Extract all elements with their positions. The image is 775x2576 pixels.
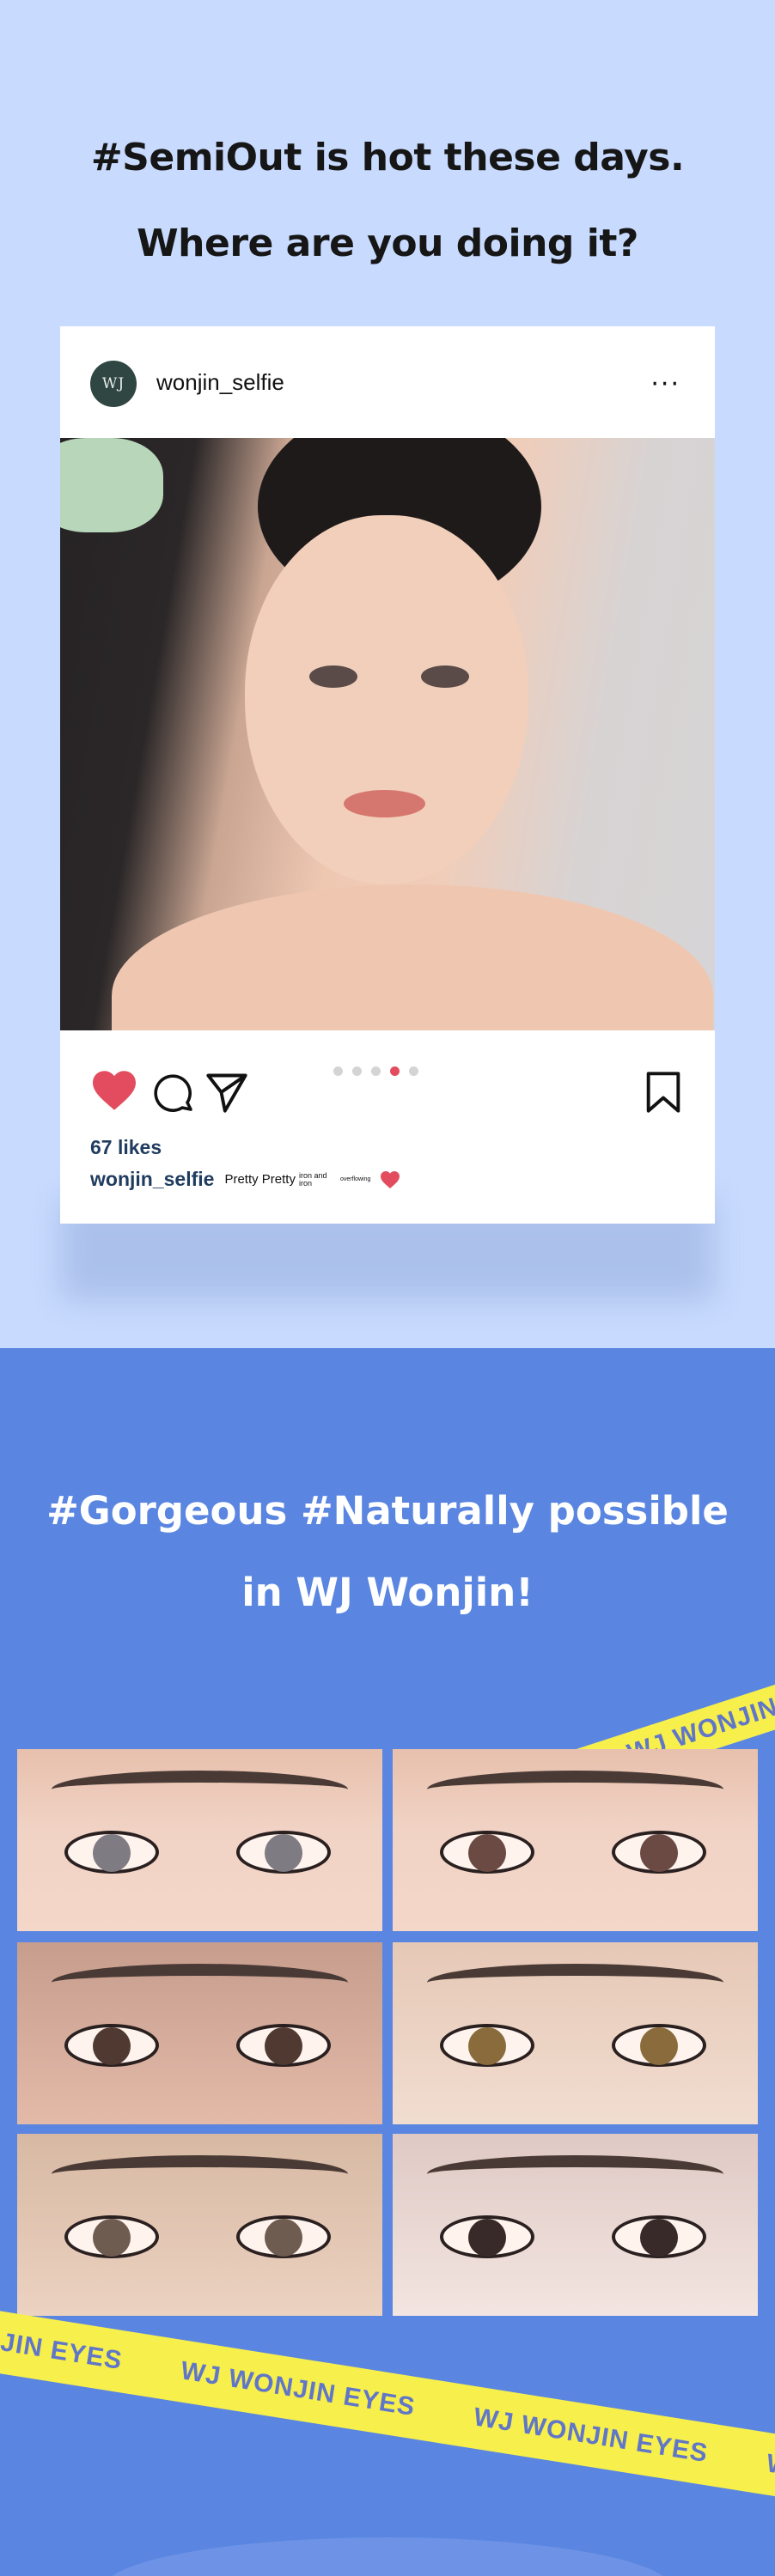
iris-right	[265, 2219, 302, 2257]
eye-photo	[17, 1942, 382, 2124]
bottom-curve	[103, 2537, 672, 2576]
avatar[interactable]: WJ	[90, 361, 137, 407]
carousel-dot[interactable]	[409, 1066, 418, 1076]
caption-text: Pretty Pretty	[224, 1172, 296, 1187]
iris-left	[93, 1834, 131, 1872]
caption-username[interactable]: wonjin_selfie	[90, 1168, 214, 1191]
iris-right	[640, 1834, 678, 1872]
tape-text: WJ WONJIN EYES	[471, 2403, 711, 2469]
photo-shoulder	[112, 884, 713, 1030]
eye-photo	[393, 1942, 758, 2124]
iris-left	[468, 2219, 506, 2257]
eyebrow	[427, 2155, 723, 2193]
photo-face	[245, 515, 528, 884]
caption-small-text: iron and iron	[298, 1170, 327, 1188]
subheadline-line-2: in WJ Wonjin!	[241, 1570, 534, 1615]
bookmark-icon[interactable]	[644, 1070, 682, 1115]
likes-count[interactable]: 67 likes	[90, 1136, 162, 1159]
carousel-dots	[333, 1066, 418, 1076]
iris-right	[265, 1834, 302, 1872]
carousel-dot-active[interactable]	[390, 1066, 400, 1076]
more-icon[interactable]: ···	[650, 369, 680, 399]
iris-left	[93, 2219, 131, 2257]
post-username[interactable]: wonjin_selfie	[156, 369, 284, 396]
carousel-dot[interactable]	[333, 1066, 343, 1076]
avatar-text: WJ	[101, 375, 125, 392]
tape-text: WJ WONJ	[764, 2449, 775, 2497]
iris-right	[640, 2219, 678, 2257]
heart-icon[interactable]	[90, 1069, 138, 1112]
photo-eye-right	[421, 665, 469, 688]
iris-left	[93, 2027, 131, 2065]
send-icon[interactable]	[204, 1072, 249, 1113]
eyebrow	[427, 1964, 723, 2002]
carousel-dot[interactable]	[371, 1066, 381, 1076]
eye-photo	[393, 1749, 758, 1931]
photo-eye-left	[309, 665, 357, 688]
iris-left	[468, 1834, 506, 1872]
post-actions: 67 likes wonjin_selfie Pretty Pretty iro…	[60, 1030, 715, 1224]
eyebrow	[52, 2155, 348, 2193]
subheadline-line-1: #Gorgeous #Naturally possible	[46, 1488, 729, 1534]
photo-lips	[344, 790, 425, 817]
eye-photo	[17, 2134, 382, 2316]
eyebrow	[52, 1964, 348, 2002]
iris-right	[640, 2027, 678, 2065]
iris-right	[265, 2027, 302, 2065]
photo-hand	[60, 438, 163, 532]
tape-text: ONJIN EYES	[0, 2321, 125, 2376]
headline-line-2: Where are you doing it?	[137, 222, 638, 265]
caption-tiny-text: overflowing	[339, 1176, 371, 1182]
bottom-section: #Gorgeous #Naturally possible in WJ Wonj…	[0, 1348, 775, 2576]
comment-icon[interactable]	[153, 1072, 194, 1113]
eyebrow	[427, 1771, 723, 1808]
post-caption: wonjin_selfie Pretty Pretty iron and iro…	[90, 1168, 401, 1191]
headline-line-1: #SemiOut is hot these days.	[90, 136, 685, 179]
tape-text: WJ WONJIN EYES	[179, 2356, 418, 2422]
eye-photo	[393, 2134, 758, 2316]
instagram-post-card: WJ wonjin_selfie ··· 67 likes wonjin_sel…	[60, 326, 715, 1224]
carousel-dot[interactable]	[352, 1066, 362, 1076]
eyebrow	[52, 1771, 348, 1808]
brand-tape-bottom: ONJIN EYES WJ WONJIN EYES WJ WONJIN EYES…	[0, 2306, 775, 2501]
caption-heart-icon	[381, 1170, 400, 1188]
post-photo[interactable]	[60, 438, 715, 1030]
iris-left	[468, 2027, 506, 2065]
top-section: #SemiOut is hot these days. Where are yo…	[0, 0, 775, 1348]
eye-photo	[17, 1749, 382, 1931]
